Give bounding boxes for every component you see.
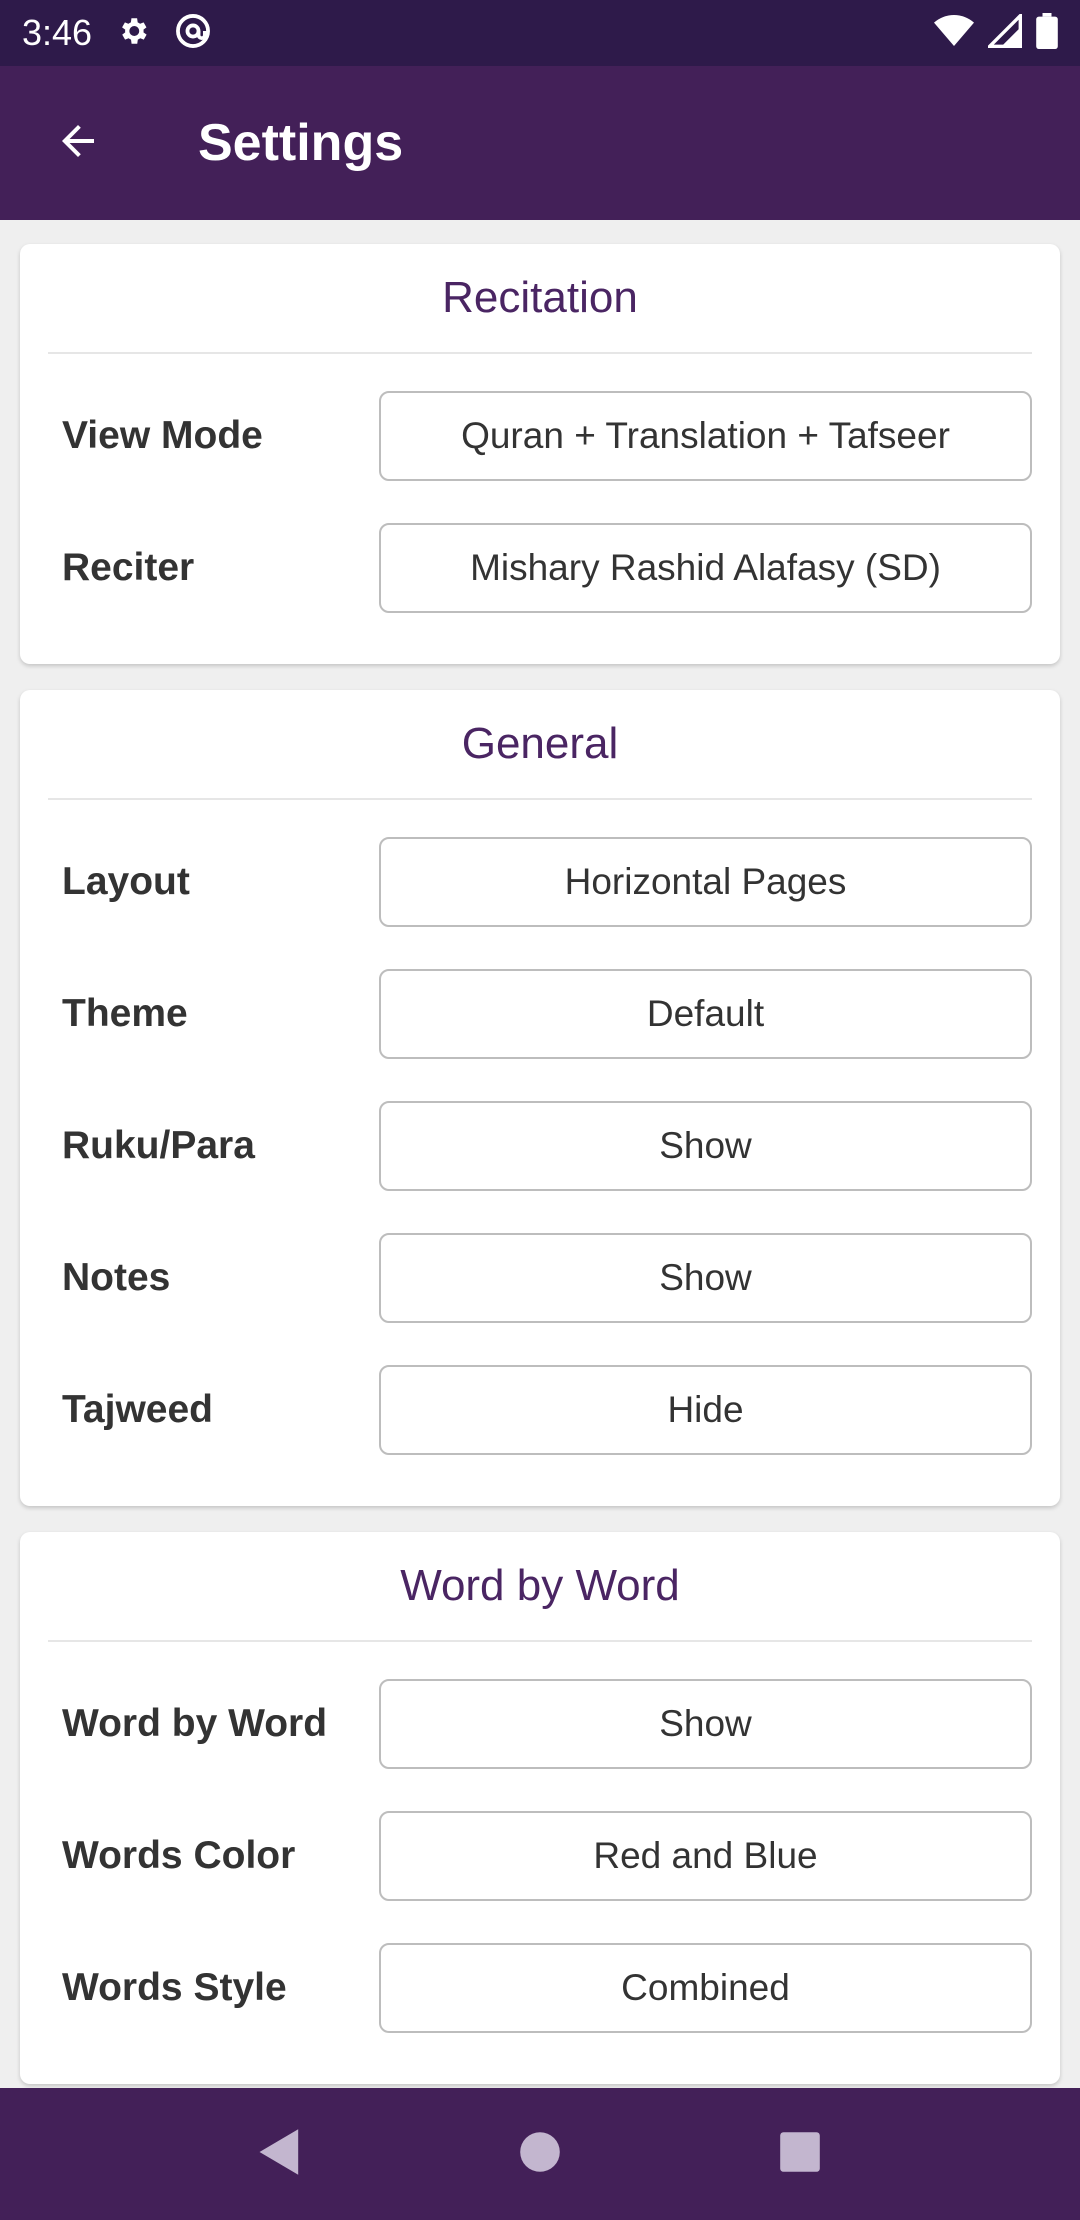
gear-icon [116, 14, 150, 53]
setting-label: Theme [62, 992, 188, 1035]
wifi-icon [934, 14, 974, 53]
setting-label: Words Color [62, 1834, 296, 1877]
nav-recents-button[interactable] [755, 2109, 845, 2199]
app-bar: Settings [0, 66, 1080, 220]
nav-home-button[interactable] [495, 2109, 585, 2199]
status-time: 3:46 [22, 12, 93, 53]
section-title-recitation: Recitation [48, 244, 1032, 354]
ruku-para-selector[interactable]: Show [379, 1101, 1032, 1191]
nav-home-icon [518, 2130, 562, 2179]
setting-row-theme: Theme Default [48, 948, 1032, 1080]
status-right [934, 11, 1058, 54]
battery-icon [1036, 12, 1058, 54]
settings-list[interactable]: Recitation View Mode Quran + Translation… [0, 220, 1080, 2088]
recitation-card: Recitation View Mode Quran + Translation… [20, 244, 1060, 664]
setting-label: View Mode [62, 414, 263, 457]
word-by-word-card: Word by Word Word by Word Show Words Col… [20, 1532, 1060, 2084]
setting-row-word-by-word: Word by Word Show [48, 1658, 1032, 1790]
nav-back-icon [257, 2127, 303, 2182]
word-by-word-selector[interactable]: Show [379, 1679, 1032, 1769]
words-color-selector[interactable]: Red and Blue [379, 1811, 1032, 1901]
notes-selector[interactable]: Show [379, 1233, 1032, 1323]
setting-row-tajweed: Tajweed Hide [48, 1344, 1032, 1476]
view-mode-selector[interactable]: Quran + Translation + Tafseer [379, 391, 1032, 481]
status-left: 3:46 [22, 12, 212, 55]
setting-row-ruku-para: Ruku/Para Show [48, 1080, 1032, 1212]
setting-row-notes: Notes Show [48, 1212, 1032, 1344]
words-style-selector[interactable]: Combined [379, 1943, 1032, 2033]
setting-row-reciter: Reciter Mishary Rashid Alafasy (SD) [48, 502, 1032, 634]
setting-row-layout: Layout Horizontal Pages [48, 816, 1032, 948]
signal-icon [985, 11, 1022, 53]
theme-selector[interactable]: Default [379, 969, 1032, 1059]
setting-row-view-mode: View Mode Quran + Translation + Tafseer [48, 370, 1032, 502]
at-sign-icon [174, 12, 212, 55]
setting-label: Reciter [62, 546, 195, 589]
back-arrow-icon [54, 117, 102, 170]
section-title-word-by-word: Word by Word [48, 1532, 1032, 1642]
setting-label: Word by Word [62, 1702, 328, 1745]
setting-row-words-color: Words Color Red and Blue [48, 1790, 1032, 1922]
setting-row-words-style: Words Style Combined [48, 1922, 1032, 2054]
page-title: Settings [198, 114, 404, 172]
nav-back-button[interactable] [235, 2109, 325, 2199]
system-nav-bar [0, 2088, 1080, 2220]
general-card: General Layout Horizontal Pages Theme De… [20, 690, 1060, 1506]
layout-selector[interactable]: Horizontal Pages [379, 837, 1032, 927]
setting-label: Tajweed [62, 1388, 213, 1431]
section-title-general: General [48, 690, 1032, 800]
tajweed-selector[interactable]: Hide [379, 1365, 1032, 1455]
setting-label: Ruku/Para [62, 1124, 255, 1167]
reciter-selector[interactable]: Mishary Rashid Alafasy (SD) [379, 523, 1032, 613]
status-bar: 3:46 [0, 0, 1080, 66]
setting-label: Notes [62, 1256, 171, 1299]
back-button[interactable] [28, 93, 128, 193]
nav-recents-icon [778, 2130, 822, 2179]
setting-label: Words Style [62, 1966, 287, 2009]
setting-label: Layout [62, 860, 190, 903]
